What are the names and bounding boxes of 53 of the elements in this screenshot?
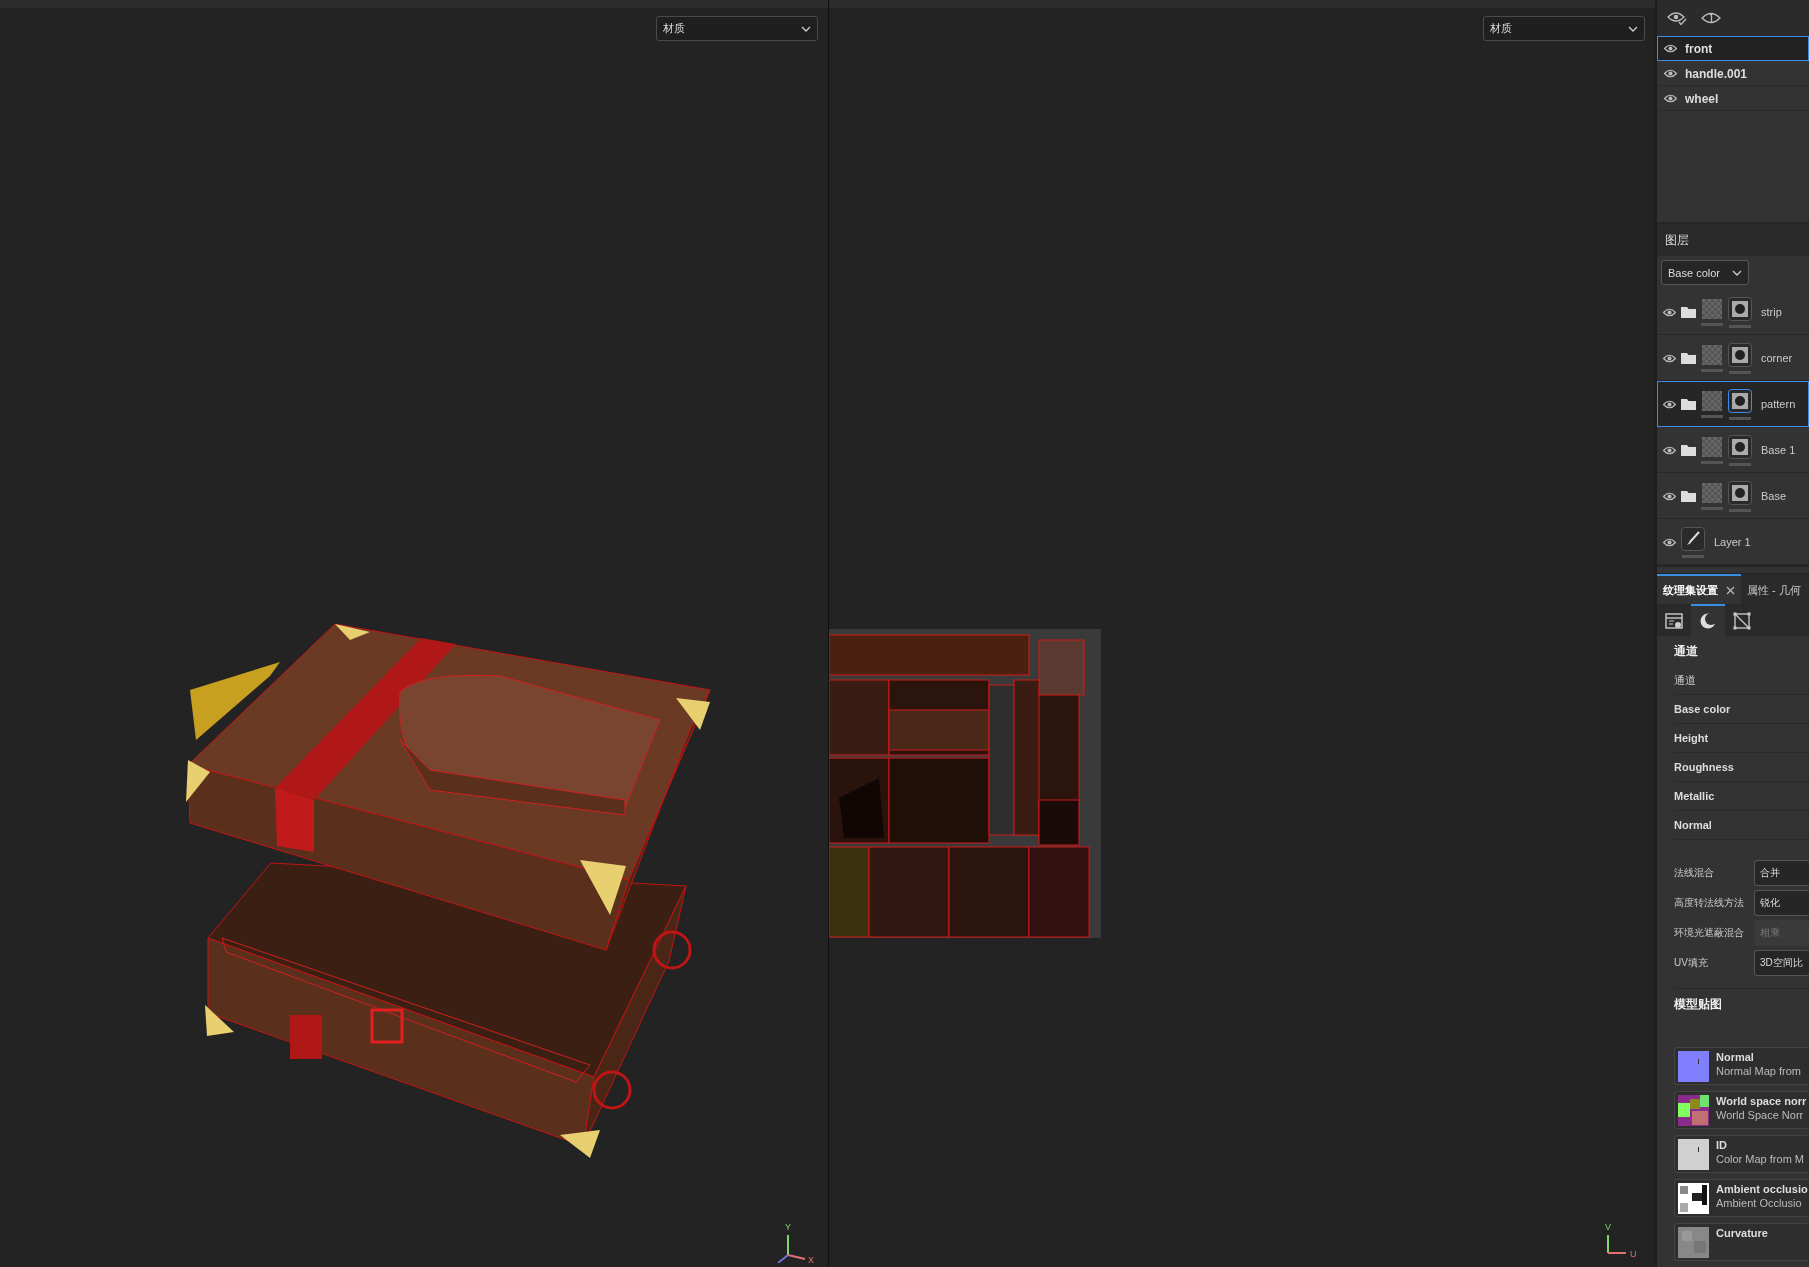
- layer-name: pattern: [1761, 398, 1796, 410]
- channel-label: 通道: [1674, 666, 1809, 695]
- setting-label: 法线混合: [1674, 866, 1715, 880]
- section-title: 模型贴图: [1674, 995, 1723, 1013]
- setting-label: 环境光遮蔽混合: [1674, 926, 1745, 940]
- channel-item[interactable]: Base color: [1674, 695, 1809, 724]
- object-item[interactable]: wheel: [1657, 86, 1809, 111]
- section-title: 图层: [1665, 231, 1689, 249]
- layer-name: strip: [1761, 306, 1782, 318]
- layer-name: Base: [1761, 490, 1787, 502]
- layer-name: corner: [1761, 352, 1793, 364]
- layer-row[interactable]: Base 1: [1657, 427, 1809, 473]
- channel-item[interactable]: Height: [1674, 724, 1809, 753]
- setting-label: 高度转法线方法: [1674, 896, 1745, 910]
- setting-label: UV填充: [1674, 956, 1709, 970]
- layer-row[interactable]: pattern: [1657, 381, 1809, 427]
- layer-name: Base 1: [1761, 444, 1796, 456]
- baked-map-item[interactable]: ID Color Map from M: [1674, 1135, 1809, 1173]
- map-description: World Space Norr: [1716, 1109, 1805, 1121]
- layer-row[interactable]: Layer 1: [1657, 519, 1809, 565]
- baked-map-item[interactable]: Ambient occlusio Ambient Occlusio: [1674, 1179, 1809, 1217]
- axis-label: Y: [785, 1222, 791, 1232]
- map-description: Color Map from M: [1716, 1153, 1805, 1165]
- channel-item[interactable]: Roughness: [1674, 753, 1809, 782]
- channel-item[interactable]: Metallic: [1674, 782, 1809, 811]
- setting-dropdown[interactable]: 3D空间比: [1754, 950, 1809, 976]
- map-description: Ambient Occlusio: [1716, 1197, 1803, 1209]
- map-name: ID: [1716, 1139, 1728, 1151]
- map-name: World space norr: [1716, 1095, 1807, 1107]
- baked-map-item[interactable]: Curvature: [1674, 1223, 1809, 1261]
- setting-dropdown[interactable]: 合并: [1754, 860, 1809, 886]
- baked-map-item[interactable]: Normal Normal Map from: [1674, 1047, 1809, 1085]
- map-name: Ambient occlusio: [1716, 1183, 1808, 1195]
- layer-row[interactable]: corner: [1657, 335, 1809, 381]
- material-dropdown[interactable]: 材质: [1483, 16, 1645, 41]
- baked-map-item[interactable]: World space norr World Space Norr: [1674, 1091, 1809, 1129]
- panel-tab[interactable]: 纹理集设置: [1657, 574, 1741, 604]
- axis-label: U: [1630, 1249, 1637, 1259]
- map-description: Normal Map from: [1716, 1065, 1801, 1077]
- material-dropdown[interactable]: 材质: [656, 16, 818, 41]
- layer-name: Layer 1: [1714, 536, 1751, 548]
- object-item[interactable]: handle.001: [1657, 61, 1809, 86]
- layer-row[interactable]: strip: [1657, 289, 1809, 335]
- object-item[interactable]: front: [1657, 36, 1809, 61]
- setting-dropdown[interactable]: 锐化: [1754, 890, 1809, 916]
- section-title: 通道: [1674, 642, 1699, 660]
- map-name: Normal: [1716, 1051, 1755, 1063]
- channel-item[interactable]: Normal: [1674, 811, 1809, 840]
- axis-label: X: [808, 1255, 814, 1263]
- axis-label: V: [1605, 1222, 1611, 1232]
- channel-dropdown[interactable]: Base color: [1661, 260, 1749, 285]
- layer-row[interactable]: Base: [1657, 473, 1809, 519]
- map-name: Curvature: [1716, 1227, 1768, 1239]
